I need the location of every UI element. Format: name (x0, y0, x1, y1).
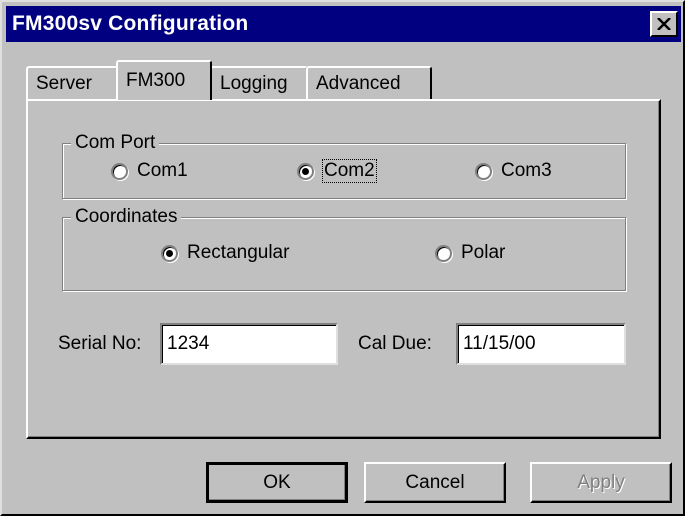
radio-com3[interactable]: Com3 (475, 160, 552, 182)
config-dialog: FM300sv Configuration Server FM300 Loggi… (0, 0, 685, 516)
ok-button[interactable]: OK (206, 462, 348, 503)
radio-button-selected-icon (297, 162, 314, 180)
coordinates-label: Coordinates (71, 206, 182, 228)
tab-logging[interactable]: Logging (210, 66, 308, 100)
tab-label: Server (36, 73, 92, 94)
radio-com1[interactable]: Com1 (111, 160, 188, 182)
radio-rectangular[interactable]: Rectangular (161, 242, 289, 264)
tab-panel-fm300: Com Port Com1 Com2 Com3 Coordinates Rect… (26, 99, 661, 439)
close-button[interactable] (650, 11, 678, 37)
radio-button-icon (435, 244, 452, 262)
radio-label: Polar (461, 242, 506, 263)
close-icon (657, 18, 671, 30)
cal-due-input[interactable] (456, 323, 626, 365)
com-port-label: Com Port (71, 132, 160, 154)
cal-due-label: Cal Due: (358, 333, 432, 354)
apply-button[interactable]: Apply (530, 462, 672, 503)
radio-label: Com1 (137, 160, 188, 181)
radio-label: Com2 (322, 159, 377, 183)
radio-button-icon (475, 162, 492, 180)
tab-label: Logging (220, 73, 288, 94)
radio-label: Com3 (501, 160, 552, 181)
serial-no-input[interactable] (160, 323, 338, 365)
radio-button-selected-icon (161, 244, 178, 262)
coordinates-group: Coordinates Rectangular Polar (62, 206, 626, 291)
tab-advanced[interactable]: Advanced (306, 66, 432, 100)
serial-no-label: Serial No: (58, 333, 142, 354)
tab-fm300[interactable]: FM300 (116, 60, 212, 100)
title-bar[interactable]: FM300sv Configuration (6, 6, 681, 42)
com-port-group: Com Port Com1 Com2 Com3 (62, 132, 626, 199)
tab-server[interactable]: Server (26, 66, 118, 100)
tab-label: FM300 (126, 70, 186, 91)
window-title: FM300sv Configuration (12, 12, 249, 35)
radio-label: Rectangular (187, 242, 290, 263)
radio-polar[interactable]: Polar (435, 242, 505, 264)
tab-label: Advanced (316, 73, 401, 94)
radio-button-icon (111, 162, 128, 180)
radio-com2[interactable]: Com2 (297, 159, 377, 183)
cancel-button[interactable]: Cancel (364, 462, 506, 503)
